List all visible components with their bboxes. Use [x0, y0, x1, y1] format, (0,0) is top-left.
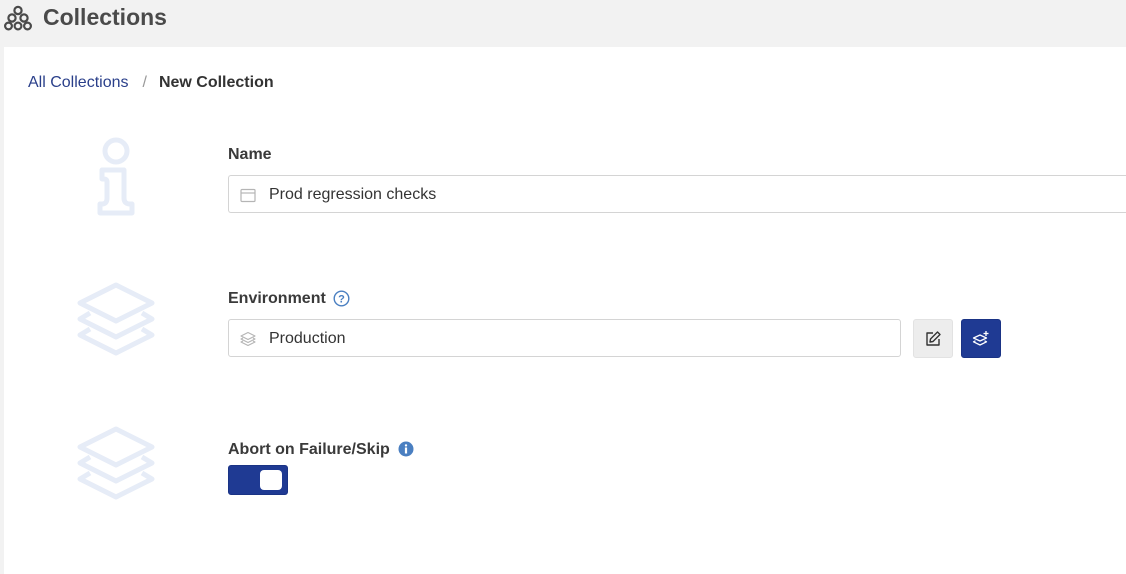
calendar-icon — [240, 188, 256, 203]
environment-select[interactable]: Production — [228, 319, 901, 357]
collections-icon — [4, 5, 32, 31]
layers-icon — [77, 282, 155, 356]
breadcrumb: All Collections / New Collection — [28, 73, 274, 93]
layers-small-icon — [240, 331, 256, 347]
breadcrumb-separator: / — [142, 74, 147, 91]
question-circle-icon[interactable]: ? — [333, 290, 350, 307]
app-header: Collections — [0, 0, 1126, 47]
name-input[interactable]: Prod regression checks — [228, 175, 1126, 213]
edit-environment-button[interactable] — [913, 319, 953, 358]
breadcrumb-all-collections-link[interactable]: All Collections — [28, 74, 128, 91]
info-circle-icon[interactable] — [398, 441, 414, 457]
layers-icon — [77, 426, 155, 500]
breadcrumb-current: New Collection — [158, 74, 274, 91]
environment-label: Environment — [228, 290, 326, 307]
name-label: Name — [228, 146, 272, 163]
edit-icon — [926, 330, 941, 346]
name-input-value: Prod regression checks — [269, 186, 437, 203]
toggle-knob — [260, 470, 282, 490]
environment-value: Production — [269, 330, 346, 347]
abort-on-failure-label: Abort on Failure/Skip — [228, 441, 390, 458]
info-icon — [97, 137, 135, 216]
add-environment-icon — [972, 330, 989, 346]
add-environment-button[interactable] — [961, 319, 1001, 358]
abort-on-failure-toggle[interactable] — [228, 465, 288, 495]
main-panel: All Collections / New Collection Name Prod… — [4, 47, 1126, 574]
page-title: Collections — [43, 4, 167, 30]
svg-text:?: ? — [338, 294, 345, 306]
